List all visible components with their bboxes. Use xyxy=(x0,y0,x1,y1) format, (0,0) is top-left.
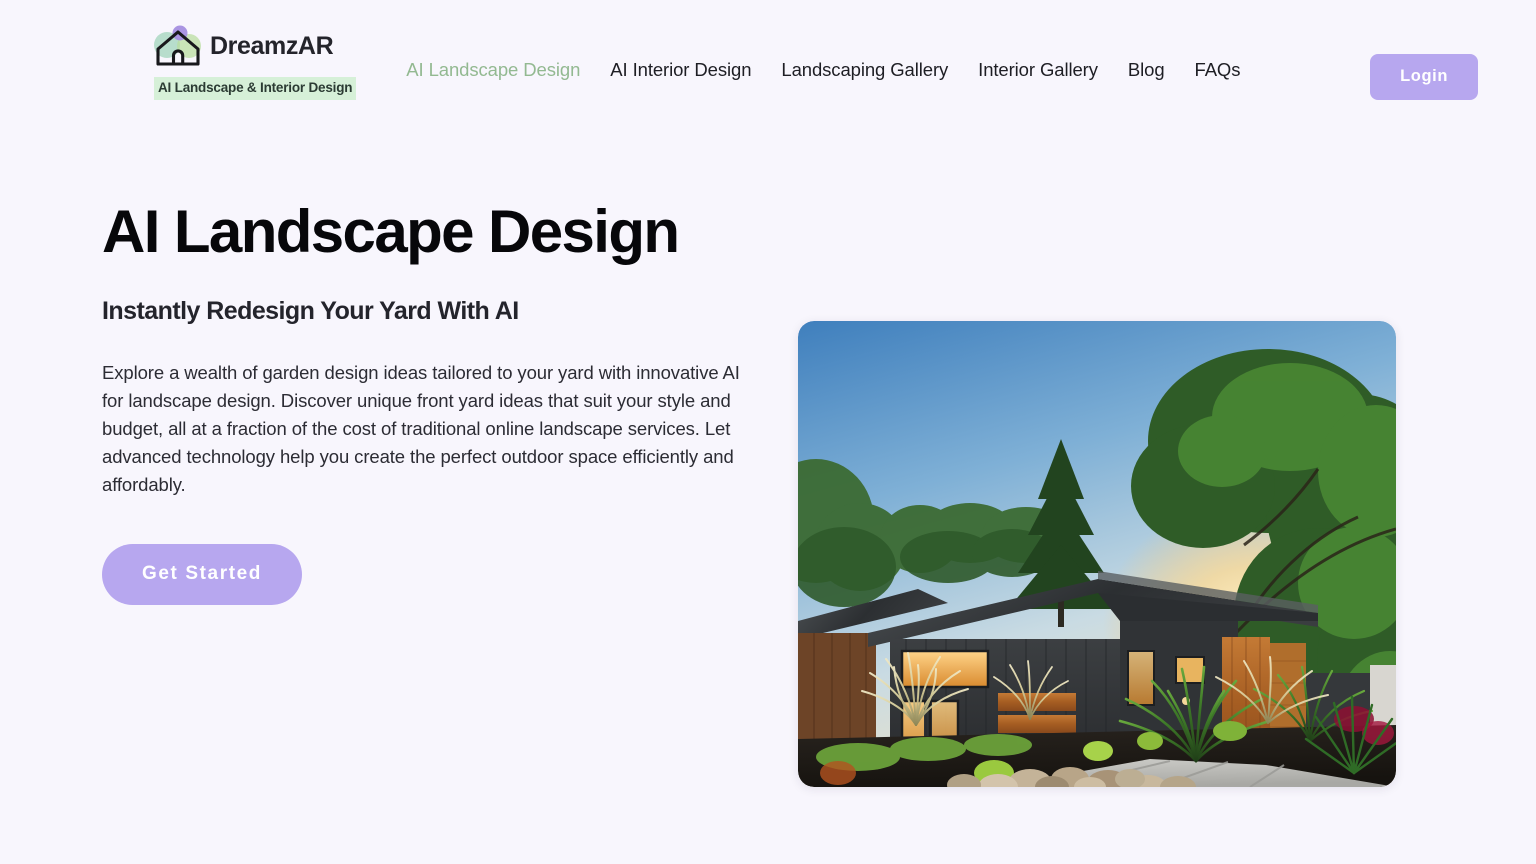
house-logo-icon xyxy=(152,24,204,68)
main-navigation: AI Landscape Design AI Interior Design L… xyxy=(406,18,1478,100)
nav-link-landscaping-gallery[interactable]: Landscaping Gallery xyxy=(781,57,948,84)
hero-section: AI Landscape Design Instantly Redesign Y… xyxy=(0,108,1536,787)
page-title: AI Landscape Design xyxy=(102,198,680,265)
nav-link-ai-interior-design[interactable]: AI Interior Design xyxy=(610,57,751,84)
brand-row: DreamzAR xyxy=(152,24,334,68)
brand-tagline: AI Landscape & Interior Design xyxy=(154,77,357,100)
nav-link-ai-landscape-design[interactable]: AI Landscape Design xyxy=(406,57,580,84)
login-button[interactable]: Login xyxy=(1370,54,1478,100)
site-header: DreamzAR AI Landscape & Interior Design … xyxy=(0,0,1536,108)
brand-name: DreamzAR xyxy=(210,31,334,60)
hero-subtitle: Instantly Redesign Your Yard With AI xyxy=(102,296,519,325)
get-started-button[interactable]: Get Started xyxy=(102,544,303,606)
nav-link-blog[interactable]: Blog xyxy=(1128,57,1165,84)
hero-landscape-photo xyxy=(798,321,1396,787)
brand-logo[interactable]: DreamzAR AI Landscape & Interior Design xyxy=(152,18,357,100)
nav-link-faqs[interactable]: FAQs xyxy=(1195,57,1241,84)
hero-copy: AI Landscape Design Instantly Redesign Y… xyxy=(0,198,740,606)
nav-link-interior-gallery[interactable]: Interior Gallery xyxy=(978,57,1098,84)
hero-description: Explore a wealth of garden design ideas … xyxy=(102,361,740,496)
